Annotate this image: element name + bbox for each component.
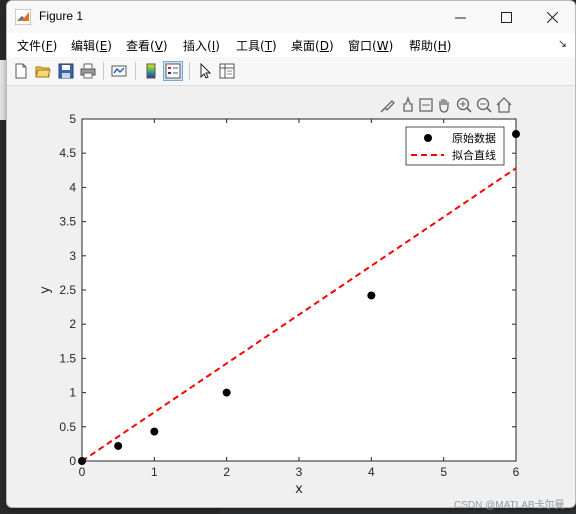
maximize-button[interactable] xyxy=(483,1,529,33)
link-plot-button[interactable] xyxy=(109,61,129,81)
x-tick-label: 5 xyxy=(440,465,447,479)
legend-marker-data xyxy=(424,134,432,142)
close-button[interactable] xyxy=(529,1,575,33)
close-icon xyxy=(546,11,558,23)
y-tick-label: 0.5 xyxy=(59,420,76,434)
y-tick-label: 4.5 xyxy=(59,146,76,160)
minimize-button[interactable] xyxy=(437,1,483,33)
y-tick-label: 3.5 xyxy=(59,215,76,229)
x-tick-label: 6 xyxy=(513,465,520,479)
menu-desktop[interactable]: 桌面(D) xyxy=(291,37,334,54)
figure-canvas: 0 1 2 3 4 5 6 0 0.5 1 1.5 2 2.5 3 3.5 4 4.5 5 原始数据 拟合直线 x … xyxy=(7,86,575,507)
x-tick-label: 1 xyxy=(151,465,158,479)
menu-help[interactable]: 帮助(H) xyxy=(409,37,451,54)
menu-insert[interactable]: 插入(I) xyxy=(183,37,220,54)
print-icon xyxy=(80,63,96,79)
menu-edit[interactable]: 编辑(E) xyxy=(71,37,112,54)
property-inspector-button[interactable] xyxy=(217,61,237,81)
colorbar-icon xyxy=(146,63,156,79)
y-tick-label: 2 xyxy=(69,317,76,331)
x-tick-label: 3 xyxy=(296,465,303,479)
axes-background xyxy=(81,118,517,462)
data-point xyxy=(222,388,231,397)
data-point xyxy=(78,457,86,465)
y-tick-label: 1 xyxy=(69,386,76,400)
y-tick-label: 3 xyxy=(69,249,76,263)
open-file-icon xyxy=(35,66,51,78)
data-point xyxy=(367,291,376,300)
y-axis-label: y xyxy=(38,286,53,294)
toolbar-separator xyxy=(189,62,190,80)
menu-file[interactable]: 文件(F) xyxy=(17,37,57,54)
property-inspector-icon xyxy=(219,63,235,79)
x-axis-label: x xyxy=(295,482,303,497)
plot-axes[interactable]: 0 1 2 3 4 5 600.511.522.533.544.55 原始数据拟合直线 x … xyxy=(7,86,575,507)
edit-plot-button[interactable] xyxy=(195,61,215,81)
y-tick-label: 5 xyxy=(69,112,76,126)
figure-toolbar xyxy=(7,57,575,86)
menu-bar: 文件(F) 编辑(E) 查看(V) 插入(I) 工具(T) 桌面(D) 窗口(W… xyxy=(7,33,575,57)
new-figure-button[interactable] xyxy=(11,61,31,81)
menu-dock-arrow-icon[interactable]: ↘ xyxy=(558,37,567,50)
pointer-icon xyxy=(200,63,212,79)
y-tick-label: 1.5 xyxy=(59,351,76,365)
menu-tools[interactable]: 工具(T) xyxy=(236,37,277,54)
save-icon xyxy=(58,63,74,79)
legend-label-data: 原始数据 xyxy=(452,131,496,145)
x-tick-label: 2 xyxy=(223,465,230,479)
matlab-logo-icon xyxy=(15,9,31,25)
y-tick-label: 2.5 xyxy=(59,283,76,297)
window-title: Figure 1 xyxy=(39,9,84,23)
legend-button[interactable] xyxy=(163,61,183,81)
link-plot-icon xyxy=(111,65,127,77)
y-tick-label: 4 xyxy=(69,180,76,194)
x-tick-label: 0 xyxy=(79,465,86,479)
title-bar: Figure 1 xyxy=(7,1,575,33)
watermark: CSDN @MATLAB卡尔曼 xyxy=(454,500,565,511)
data-point xyxy=(150,427,159,436)
toolbar-separator xyxy=(103,62,104,80)
menu-window[interactable]: 窗口(W) xyxy=(348,37,393,54)
colorbar-button[interactable] xyxy=(141,61,161,81)
y-tick-label: 0 xyxy=(69,454,76,468)
new-figure-icon xyxy=(15,63,27,79)
maximize-icon xyxy=(500,11,512,23)
minimize-icon xyxy=(454,17,466,18)
open-file-button[interactable] xyxy=(33,61,53,81)
data-point xyxy=(114,441,123,450)
x-tick-label: 4 xyxy=(368,465,375,479)
legend-icon xyxy=(165,63,181,79)
save-button[interactable] xyxy=(56,61,76,81)
toolbar-separator xyxy=(135,62,136,80)
data-point xyxy=(512,130,520,139)
figure-window: Figure 1 文件(F) 编辑(E) 查看(V) 插入(I) 工具(T) 桌… xyxy=(6,0,576,508)
print-button[interactable] xyxy=(78,61,98,81)
legend-label-fit: 拟合直线 xyxy=(452,148,496,162)
menu-view[interactable]: 查看(V) xyxy=(126,37,168,54)
